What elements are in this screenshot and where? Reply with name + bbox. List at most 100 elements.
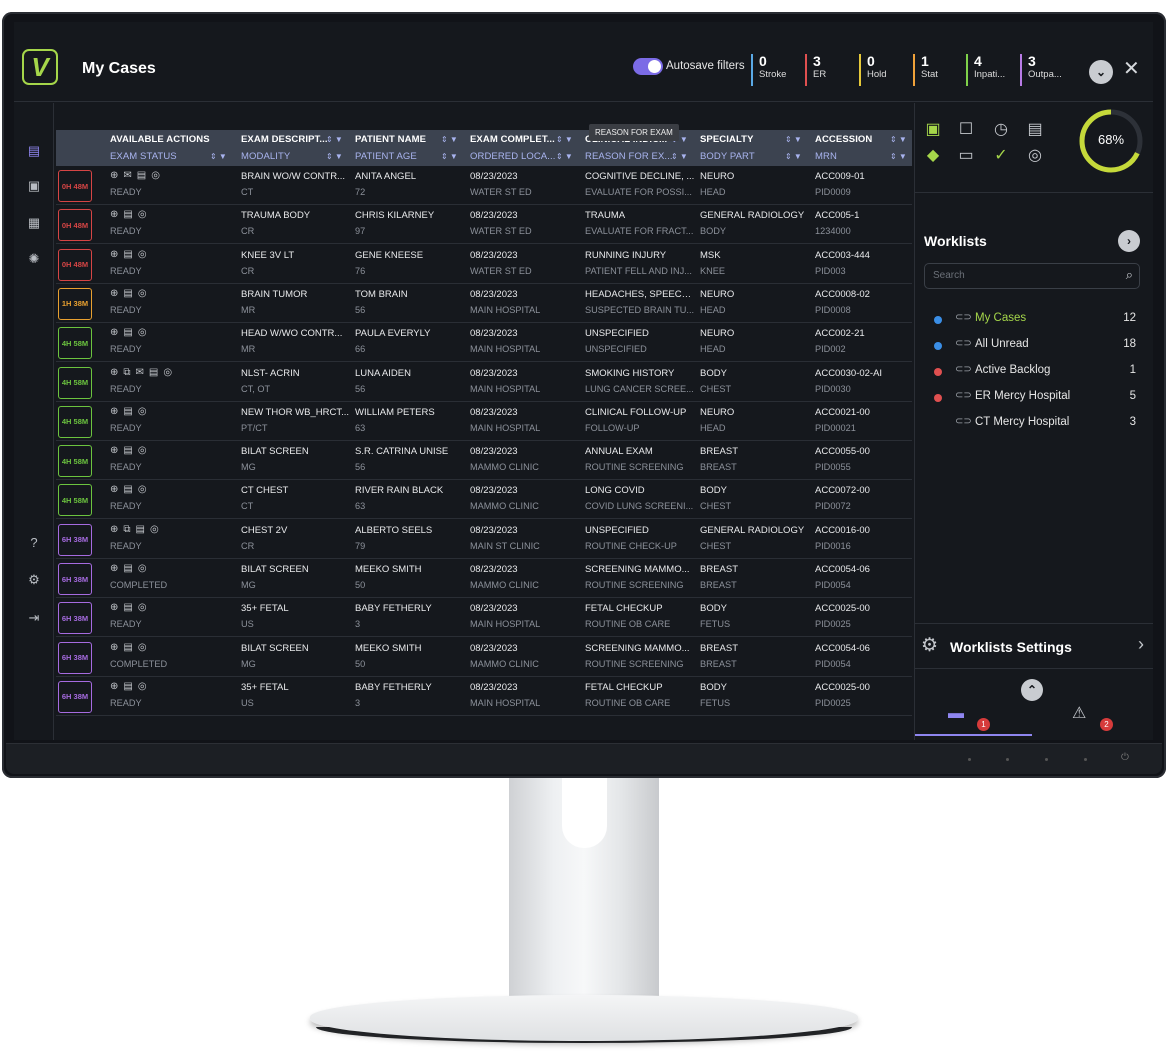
row-actions[interactable]: ⊕▤◎ — [110, 642, 152, 653]
row-actions[interactable]: ⊕▤◎ — [110, 484, 152, 495]
table-row[interactable]: 4H 58M ⊕▤◎ READY NEW THOR WB_HRCT... PT/CT WI… — [56, 402, 912, 441]
col-patient-name[interactable]: PATIENT NAME — [355, 134, 426, 145]
col-exam-status[interactable]: EXAM STATUS — [110, 151, 177, 162]
chevron-up-icon[interactable]: ⌃ — [1021, 679, 1043, 701]
chat-icon[interactable]: ☐ — [955, 119, 977, 141]
cell-acc: ACC0054-06 — [815, 642, 870, 654]
col-ordered-location[interactable]: ORDERED LOCA... — [470, 151, 555, 162]
col-modality[interactable]: MODALITY — [241, 151, 290, 162]
worklist-item[interactable]: ⊂⊃ ER Mercy Hospital 5 — [924, 389, 1146, 407]
row-actions[interactable]: ⊕✉▤◎ — [110, 170, 165, 181]
sort-filter-icon[interactable]: ⇕ ▼ — [326, 152, 343, 161]
cell-desc: HEAD W/WO CONTR... — [241, 328, 343, 340]
cases-nav-icon[interactable]: ▤ — [26, 143, 42, 159]
cell-mrn: PID003 — [815, 265, 846, 276]
chevron-right-icon[interactable]: › — [1118, 230, 1140, 252]
sort-filter-icon[interactable]: ⇕ ▼ — [785, 152, 802, 161]
table-row[interactable]: 6H 38M ⊕▤◎ COMPLETED BILAT SCREEN MG MEEKO SM… — [56, 638, 912, 677]
row-actions[interactable]: ⊕▤◎ — [110, 327, 152, 338]
search-icon[interactable]: ⌕ — [1126, 267, 1133, 283]
col-mrn[interactable]: MRN — [815, 151, 837, 162]
table-row[interactable]: 4H 58M ⊕▤◎ READY CT CHEST CT RIVER RAIN BLACK… — [56, 480, 912, 520]
col-body-part[interactable]: BODY PART — [700, 151, 755, 162]
sort-filter-icon[interactable]: ⇕ ▼ — [326, 135, 343, 144]
chevron-down-icon[interactable]: ⌄ — [1089, 60, 1113, 84]
row-actions[interactable]: ⊕▤◎ — [110, 209, 152, 220]
messages-tab-icon[interactable]: ▬ — [948, 705, 964, 723]
gear-icon[interactable]: ⚙ — [26, 572, 42, 588]
col-exam-description[interactable]: EXAM DESCRIPT... — [241, 134, 328, 145]
row-actions[interactable]: ⊕⧉✉▤◎ — [110, 367, 177, 378]
row-actions[interactable]: ⊕▤◎ — [110, 445, 152, 456]
search-input[interactable] — [933, 270, 1113, 281]
warning-icon[interactable]: ⚠ — [1072, 703, 1086, 723]
worklist-item[interactable]: ⊂⊃ All Unread 18 — [924, 337, 1146, 355]
sort-filter-icon[interactable]: ⇕ ▼ — [785, 135, 802, 144]
table-row[interactable]: 6H 38M ⊕▤◎ READY 35+ FETAL US BABY FETHERLY 3 0… — [56, 598, 912, 638]
table-row[interactable]: 6H 38M ⊕▤◎ COMPLETED BILAT SCREEN MG MEEKO SM… — [56, 559, 912, 598]
row-actions[interactable]: ⊕▤◎ — [110, 563, 152, 574]
analytics-nav-icon[interactable]: ▦ — [26, 215, 42, 231]
sort-filter-icon[interactable]: ⇕ ▼ — [556, 135, 573, 144]
table-row[interactable]: 6H 38M ⊕▤◎ READY 35+ FETAL US BABY FETHERLY 3 0… — [56, 677, 912, 716]
clipboard-nav-icon[interactable]: ▣ — [26, 178, 42, 194]
cell-loc: MAMMO CLINIC — [470, 580, 539, 590]
target-icon[interactable]: ◎ — [1024, 145, 1046, 167]
table-row[interactable]: 6H 38M ⊕⧉▤◎ READY CHEST 2V CR ALBERTO SEELS 79… — [56, 520, 912, 559]
col-reason-for-exam[interactable]: REASON FOR EX... — [585, 151, 673, 162]
lightbulb-nav-icon[interactable]: ✺ — [26, 251, 42, 267]
table-row[interactable]: 0H 48M ⊕▤◎ READY KNEE 3V LT CR GENE KNEESE 76 0… — [56, 245, 912, 284]
col-specialty[interactable]: SPECIALTY — [700, 134, 754, 145]
table-row[interactable]: 1H 38M ⊕▤◎ READY BRAIN TUMOR MR TOM BRAIN 56 08… — [56, 284, 912, 323]
worklist-item[interactable]: ⊂⊃ My Cases 12 — [924, 311, 1146, 329]
sort-filter-icon[interactable]: ⇕ ▼ — [441, 152, 458, 161]
check-circle-icon[interactable]: ✓ — [990, 145, 1012, 167]
status-counter[interactable]: 0 Stroke — [751, 54, 786, 86]
row-actions[interactable]: ⊕▤◎ — [110, 406, 152, 417]
worklists-settings[interactable]: ⚙ Worklists Settings › — [915, 623, 1153, 669]
sort-filter-icon[interactable]: ⇕ ▼ — [890, 152, 907, 161]
power-icon[interactable]: ⏻ — [1121, 752, 1129, 763]
sort-filter-icon[interactable]: ⇕ ▼ — [441, 135, 458, 144]
row-actions[interactable]: ⊕⧉▤◎ — [110, 524, 164, 535]
status-counter[interactable]: 3 ER — [805, 54, 826, 86]
row-actions[interactable]: ⊕▤◎ — [110, 681, 152, 692]
status-counter[interactable]: 1 Stat — [913, 54, 938, 86]
worklist-item[interactable]: ⊂⊃ Active Backlog 1 — [924, 363, 1146, 381]
worklist-item[interactable]: ⊂⊃ CT Mercy Hospital 3 — [924, 415, 1146, 433]
table-row[interactable]: 4H 58M ⊕⧉✉▤◎ READY NLST- ACRIN CT, OT LUNA AI… — [56, 363, 912, 402]
table-row[interactable]: 0H 48M ⊕▤◎ READY TRAUMA BODY CR CHRIS KILARNE… — [56, 205, 912, 245]
sort-filter-icon[interactable]: ⇕ ▼ — [890, 135, 907, 144]
monitor-pulse-icon[interactable]: ▭ — [955, 145, 977, 167]
table-row[interactable]: 4H 58M ⊕▤◎ READY BILAT SCREEN MG S.R. CATRINA… — [56, 441, 912, 481]
table-row[interactable]: 0H 48M ⊕✉▤◎ READY BRAIN WO/W CONTR... CT ANIT… — [56, 166, 912, 205]
col-exam-completed[interactable]: EXAM COMPLET... — [470, 134, 555, 145]
cell-age: 72 — [355, 187, 366, 197]
timer-icon[interactable]: ◷ — [990, 119, 1012, 141]
help-icon[interactable]: ? — [26, 535, 42, 551]
col-patient-age[interactable]: PATIENT AGE — [355, 151, 417, 162]
row-actions[interactable]: ⊕▤◎ — [110, 602, 152, 613]
close-icon[interactable]: ✕ — [1123, 58, 1140, 80]
status-counter[interactable]: 3 Outpa... — [1020, 54, 1062, 86]
cell-ind: SMOKING HISTORY — [585, 367, 675, 379]
cell-mod: CT — [241, 187, 254, 197]
sort-filter-icon[interactable]: ⇕ ▼ — [671, 152, 688, 161]
status-counter[interactable]: 4 Inpati... — [966, 54, 1005, 86]
row-actions[interactable]: ⊕▤◎ — [110, 249, 152, 260]
cell-ind: ANNUAL EXAM — [585, 446, 653, 458]
col-available-actions[interactable]: AVAILABLE ACTIONS — [110, 134, 210, 145]
graduation-cap-icon[interactable]: ◆ — [922, 145, 944, 167]
logout-icon[interactable]: ⇥ — [26, 610, 42, 626]
cell-acc: ACC0054-06 — [815, 564, 870, 575]
clipboard-add-icon[interactable]: ▤ — [1024, 119, 1046, 141]
status-counter[interactable]: 0 Hold — [859, 54, 887, 86]
col-accession[interactable]: ACCESSION — [815, 134, 872, 145]
sort-filter-icon[interactable]: ⇕ ▼ — [210, 152, 227, 161]
sort-filter-icon[interactable]: ⇕ ▼ — [556, 152, 573, 161]
autosave-toggle[interactable] — [633, 58, 663, 75]
clipboard-icon[interactable]: ▣ — [922, 119, 944, 141]
cell-acc: ACC0025-00 — [815, 603, 870, 615]
row-actions[interactable]: ⊕▤◎ — [110, 288, 152, 299]
table-row[interactable]: 4H 58M ⊕▤◎ READY HEAD W/WO CONTR... MR PAULA … — [56, 323, 912, 363]
